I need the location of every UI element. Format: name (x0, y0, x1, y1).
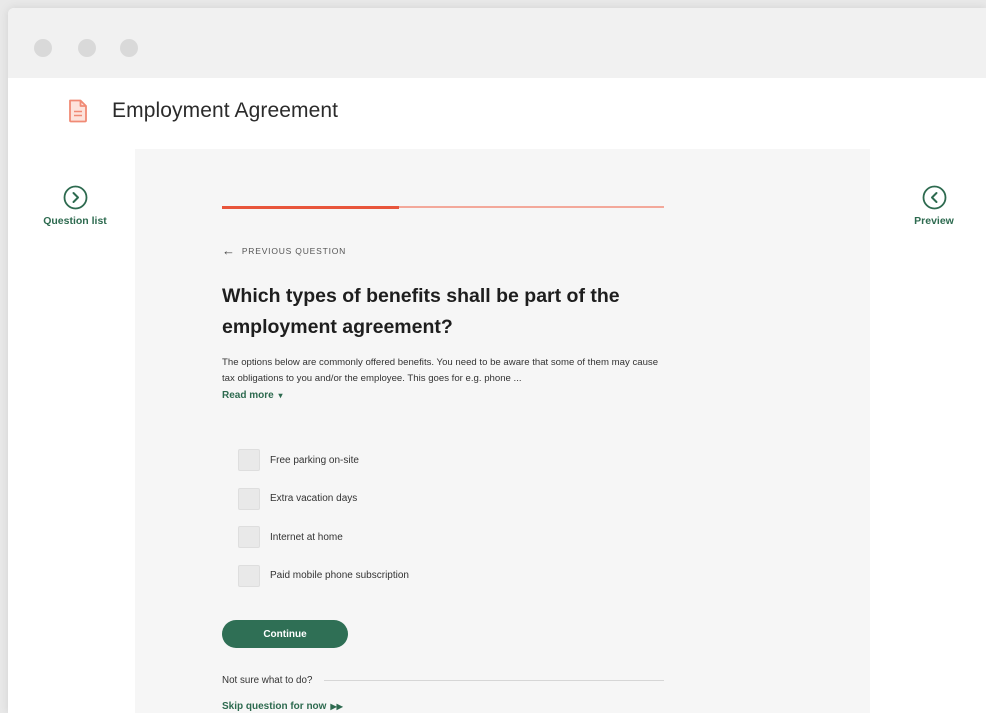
read-more-label: Read more (222, 390, 274, 401)
question-list-label: Question list (43, 215, 107, 227)
continue-button[interactable]: Continue (222, 620, 348, 648)
skip-question-label: Skip question for now (222, 701, 327, 712)
option-free-parking[interactable]: Free parking on-site (238, 449, 409, 471)
checkbox[interactable] (238, 526, 260, 548)
checkbox[interactable] (238, 449, 260, 471)
option-extra-vacation[interactable]: Extra vacation days (238, 487, 409, 510)
chevron-right-circle-icon (63, 185, 87, 210)
document-header: Employment Agreement (8, 78, 986, 149)
chevron-left-circle-icon (922, 185, 946, 210)
progress-bar-fill (222, 205, 399, 209)
option-internet-home[interactable]: Internet at home (238, 526, 409, 548)
divider (324, 680, 664, 681)
option-label: Paid mobile phone subscription (270, 570, 409, 581)
document-icon (69, 99, 87, 123)
checkbox[interactable] (238, 564, 260, 587)
progress-bar (222, 205, 664, 209)
preview-label: Preview (914, 215, 954, 227)
window-maximize-dot[interactable] (120, 39, 138, 57)
previous-question-link[interactable]: ← PREVIOUS QUESTION (222, 243, 346, 258)
question-description: The options below are commonly offered b… (222, 357, 659, 384)
read-more-link[interactable]: Read more ▾ (222, 390, 282, 401)
question-list-button[interactable]: Question list (30, 185, 120, 227)
not-sure-text: Not sure what to do? (222, 675, 313, 686)
question-panel: ← PREVIOUS QUESTION Which types of benef… (135, 149, 870, 713)
window-titlebar (8, 8, 986, 78)
option-mobile-subscription[interactable]: Paid mobile phone subscription (238, 564, 409, 587)
not-sure-row: Not sure what to do? (222, 675, 664, 686)
option-label: Free parking on-site (270, 454, 359, 466)
preview-button[interactable]: Preview (889, 185, 979, 227)
window-minimize-dot[interactable] (78, 39, 96, 57)
option-label: Internet at home (270, 531, 343, 543)
window-close-dot[interactable] (34, 39, 52, 57)
caret-down-icon: ▾ (278, 391, 283, 400)
main-area: Question list Preview ← PREVIOUS QUESTIO… (8, 149, 986, 713)
document-title: Employment Agreement (112, 99, 339, 122)
benefit-options: Free parking on-site Extra vacation days… (238, 449, 409, 603)
skip-question-link[interactable]: Skip question for now ▶▶ (222, 701, 343, 712)
option-label: Extra vacation days (270, 493, 358, 504)
app-window: Employment Agreement Question list Previ… (8, 8, 986, 713)
arrow-left-icon: ← (222, 243, 236, 258)
checkbox[interactable] (238, 487, 260, 510)
previous-question-label: PREVIOUS QUESTION (241, 245, 347, 256)
question-title: Which types of benefits shall be part of… (222, 285, 620, 338)
fast-forward-icon: ▶▶ (330, 702, 343, 711)
